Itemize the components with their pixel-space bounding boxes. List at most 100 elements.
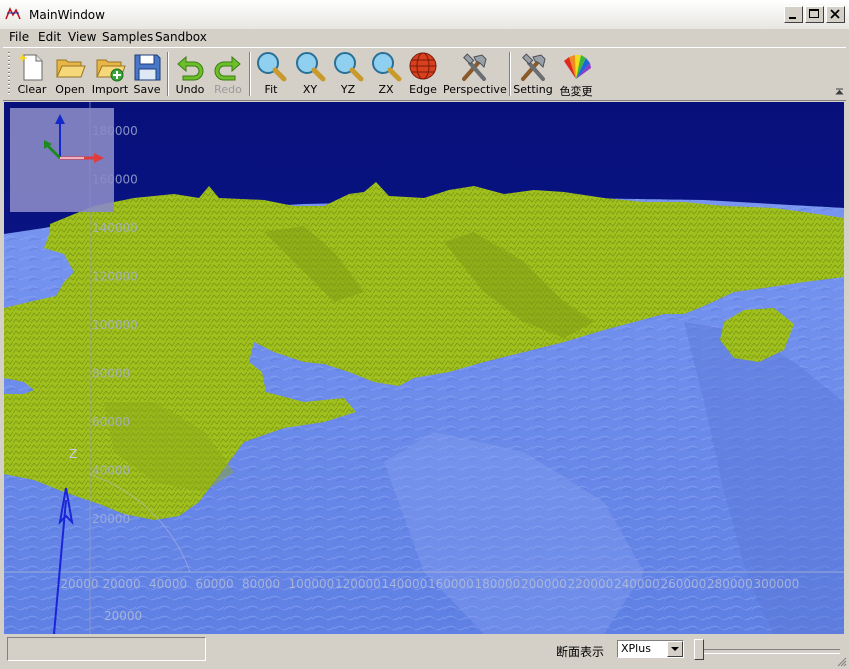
horizontal-tick-label: 220000	[568, 577, 614, 591]
horizontal-tick-label: 120000	[335, 577, 381, 591]
fit-button[interactable]: Fit	[254, 50, 288, 98]
horizontal-tick-label: 280000	[707, 577, 753, 591]
dropdown-button[interactable]	[667, 641, 683, 657]
magnifier-icon	[296, 52, 326, 82]
section-display-label: 断面表示	[556, 645, 605, 659]
color-change-button[interactable]: 色変更	[556, 50, 596, 98]
horizontal-tick-label: 260000	[661, 577, 707, 591]
floppy-disk-icon	[134, 54, 161, 81]
menu-file[interactable]: File	[9, 30, 29, 44]
horizontal-tick-label: 80000	[242, 577, 280, 591]
import-folder-icon	[96, 59, 126, 82]
vertical-tick-label: 80000	[92, 367, 130, 381]
magnifier-icon	[372, 52, 402, 82]
xy-label: XY	[302, 83, 318, 96]
edge-label: Edge	[409, 83, 437, 96]
magnifier-icon	[257, 52, 287, 82]
save-button[interactable]: Save	[131, 50, 163, 98]
edge-button[interactable]: Edge	[405, 50, 441, 98]
undo-button[interactable]: Undo	[173, 50, 207, 98]
chevron-down-icon	[671, 647, 679, 651]
vertical-tick-label: 40000	[92, 464, 130, 478]
status-bar: 断面表示 XPlus	[0, 634, 849, 669]
minimize-button[interactable]	[784, 6, 803, 23]
color-palette-icon	[564, 55, 591, 79]
orientation-gizmo[interactable]	[10, 108, 114, 212]
redo-arrow-icon	[214, 55, 241, 81]
close-button[interactable]	[826, 6, 845, 23]
3d-viewport[interactable]: 180000 160000 140000 120000 100000 80000 60000…	[4, 102, 844, 634]
perspective-button[interactable]: Perspective	[443, 50, 507, 98]
section-slider-handle[interactable]	[694, 639, 704, 660]
close-icon	[830, 9, 840, 19]
undo-arrow-icon	[177, 55, 204, 81]
open-button[interactable]: Open	[53, 50, 87, 98]
depth-tick-label: 20000	[104, 609, 142, 623]
menu-samples[interactable]: Samples	[102, 30, 153, 44]
horizontal-tick-labels: -20000 20000 40000 60000 80000 100000 120000 14…	[56, 577, 799, 591]
undo-label: Undo	[175, 83, 205, 96]
new-document-icon	[18, 53, 43, 81]
yz-label: YZ	[340, 83, 356, 96]
zx-label: ZX	[378, 83, 394, 96]
horizontal-tick-label: 60000	[196, 577, 234, 591]
toolbar-separator	[509, 52, 511, 96]
maximize-icon	[809, 9, 819, 18]
horizontal-tick-label: 240000	[614, 577, 660, 591]
horizontal-tick-label: 300000	[754, 577, 800, 591]
toolbar-separator	[167, 52, 169, 96]
terrain-scene[interactable]: 1800001600001400001200001000008000060000…	[4, 102, 844, 634]
import-label: Import	[91, 83, 129, 96]
section-slider-track[interactable]	[697, 649, 840, 654]
horizontal-tick-label: 100000	[289, 577, 335, 591]
horizontal-tick-label: 40000	[149, 577, 187, 591]
setting-button[interactable]: Setting	[513, 50, 553, 98]
vertical-tick-label: 120000	[92, 270, 138, 284]
horizontal-tick-label: -20000	[56, 577, 99, 591]
vertical-tick-label: 140000	[92, 221, 138, 235]
clear-button[interactable]: Clear	[15, 50, 49, 98]
section-axis-select[interactable]: XPlus	[617, 640, 684, 658]
title-bar[interactable]: MainWindow	[0, 0, 849, 30]
horizontal-tick-label: 140000	[382, 577, 428, 591]
tools-icon	[462, 53, 487, 81]
perspective-label: Perspective	[443, 83, 507, 96]
horizontal-tick-label: 20000	[103, 577, 141, 591]
magnifier-icon	[334, 52, 364, 82]
horizontal-tick-label: 180000	[475, 577, 521, 591]
fit-label: Fit	[264, 83, 278, 96]
section-axis-value: XPlus	[621, 642, 651, 655]
window-title: MainWindow	[29, 8, 105, 22]
view-xy-button[interactable]: XY	[293, 50, 327, 98]
resize-grip-icon[interactable]	[835, 655, 847, 667]
color-change-label: 色変更	[559, 85, 593, 98]
view-zx-button[interactable]: ZX	[369, 50, 403, 98]
toolbar-grip[interactable]	[8, 52, 10, 96]
status-message	[7, 637, 206, 661]
app-icon	[5, 7, 21, 20]
menu-view[interactable]: View	[68, 30, 96, 44]
menu-edit[interactable]: Edit	[38, 30, 61, 44]
vertical-tick-label: 60000	[92, 415, 130, 429]
minimize-icon	[789, 17, 796, 19]
tools-icon	[521, 53, 546, 81]
horizontal-tick-label: 200000	[521, 577, 567, 591]
toolbar: Clear Open Import Save Undo Redo Fit XY …	[3, 47, 846, 101]
redo-button[interactable]: Redo	[211, 50, 245, 98]
clear-label: Clear	[17, 83, 47, 96]
vertical-tick-label: 20000	[92, 512, 130, 526]
menu-bar: File Edit View Samples Sandbox	[0, 29, 849, 47]
z-axis-label: Z	[69, 447, 77, 461]
view-yz-button[interactable]: YZ	[331, 50, 365, 98]
vertical-tick-label: 100000	[92, 318, 138, 332]
toolbar-separator	[249, 52, 251, 96]
horizontal-tick-label: 160000	[428, 577, 474, 591]
maximize-button[interactable]	[805, 6, 824, 23]
save-label: Save	[133, 83, 161, 96]
open-label: Open	[55, 83, 85, 96]
globe-icon	[409, 52, 437, 80]
redo-label: Redo	[214, 83, 242, 96]
toolbar-extension-icon[interactable]	[835, 86, 844, 98]
import-button[interactable]: Import	[90, 50, 130, 98]
menu-sandbox[interactable]: Sandbox	[155, 30, 207, 44]
